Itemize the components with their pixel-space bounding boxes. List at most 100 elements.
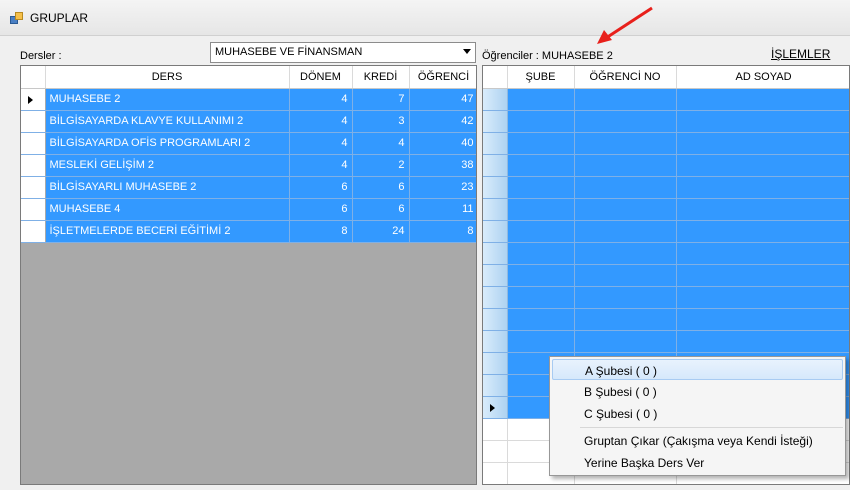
row-header[interactable]	[483, 198, 508, 221]
row-header[interactable]	[21, 88, 46, 111]
ders-cell[interactable]: İŞLETMELERDE BECERİ EĞİTİMİ 2	[45, 220, 290, 243]
ogrenci-cell[interactable]: 47	[409, 88, 476, 111]
kredi-cell[interactable]: 6	[352, 198, 410, 221]
row-header[interactable]	[21, 132, 46, 155]
student-row[interactable]	[483, 132, 849, 155]
row-header[interactable]	[483, 132, 508, 155]
ogrenci-no-cell[interactable]	[574, 242, 677, 265]
ogrenci-cell[interactable]: 11	[409, 198, 476, 221]
row-header[interactable]	[21, 198, 46, 221]
kredi-cell[interactable]: 7	[352, 88, 410, 111]
menu-item-b-subesi[interactable]: B Şubesi ( 0 )	[552, 381, 843, 402]
row-header[interactable]	[483, 374, 508, 397]
row-header[interactable]	[483, 330, 508, 353]
row-header[interactable]	[483, 154, 508, 177]
student-row[interactable]	[483, 154, 849, 177]
kredi-cell[interactable]: 4	[352, 132, 410, 155]
col-ad-soyad[interactable]: AD SOYAD	[676, 66, 849, 89]
donem-cell[interactable]: 6	[289, 176, 353, 199]
ogrenci-no-cell[interactable]	[574, 110, 677, 133]
col-sube[interactable]: ŞUBE	[507, 66, 575, 89]
sube-cell[interactable]	[507, 220, 575, 243]
row-header[interactable]	[483, 396, 508, 419]
ogrenci-no-cell[interactable]	[574, 154, 677, 177]
ad-soyad-cell[interactable]	[676, 132, 849, 155]
student-row[interactable]	[483, 88, 849, 111]
sube-cell[interactable]	[507, 308, 575, 331]
row-header[interactable]	[21, 154, 46, 177]
ogrenci-cell[interactable]: 38	[409, 154, 476, 177]
student-row[interactable]	[483, 110, 849, 133]
course-row[interactable]: BİLGİSAYARDA OFİS PROGRAMLARI 2 4 4 40	[21, 132, 476, 155]
row-header[interactable]	[483, 88, 508, 111]
row-header[interactable]	[21, 176, 46, 199]
kredi-cell[interactable]: 6	[352, 176, 410, 199]
student-row[interactable]	[483, 264, 849, 287]
sube-cell[interactable]	[507, 242, 575, 265]
student-row[interactable]	[483, 220, 849, 243]
ogrenci-cell[interactable]: 42	[409, 110, 476, 133]
ad-soyad-cell[interactable]	[676, 286, 849, 309]
donem-cell[interactable]: 4	[289, 154, 353, 177]
sube-cell[interactable]	[507, 88, 575, 111]
sube-cell[interactable]	[507, 286, 575, 309]
ogrenci-no-cell[interactable]	[574, 264, 677, 287]
row-header[interactable]	[483, 286, 508, 309]
sube-cell[interactable]	[507, 110, 575, 133]
ders-cell[interactable]: MESLEKİ GELİŞİM 2	[45, 154, 290, 177]
department-combo[interactable]: MUHASEBE VE FİNANSMAN	[210, 42, 476, 63]
sube-cell[interactable]	[507, 176, 575, 199]
donem-cell[interactable]: 4	[289, 132, 353, 155]
menu-item-baska-ders[interactable]: Yerine Başka Ders Ver	[552, 452, 843, 473]
ogrenci-no-cell[interactable]	[574, 88, 677, 111]
course-row[interactable]: MUHASEBE 2 4 7 47	[21, 88, 476, 111]
menu-item-gruptan-cikar[interactable]: Gruptan Çıkar (Çakışma veya Kendi İsteği…	[552, 430, 843, 451]
student-row[interactable]	[483, 198, 849, 221]
donem-cell[interactable]: 8	[289, 220, 353, 243]
ders-cell[interactable]: BİLGİSAYARDA OFİS PROGRAMLARI 2	[45, 132, 290, 155]
ad-soyad-cell[interactable]	[676, 308, 849, 331]
row-header[interactable]	[483, 308, 508, 331]
col-kredi[interactable]: KREDİ	[352, 66, 410, 89]
ogrenci-cell[interactable]: 40	[409, 132, 476, 155]
row-header[interactable]	[483, 176, 508, 199]
col-ogrenci[interactable]: ÖĞRENCİ	[409, 66, 476, 89]
row-header[interactable]	[21, 220, 46, 243]
ad-soyad-cell[interactable]	[676, 88, 849, 111]
ders-cell[interactable]: BİLGİSAYARLI MUHASEBE 2	[45, 176, 290, 199]
course-row[interactable]: MUHASEBE 4 6 6 11	[21, 198, 476, 221]
ad-soyad-cell[interactable]	[676, 264, 849, 287]
student-row[interactable]	[483, 308, 849, 331]
row-header[interactable]	[483, 110, 508, 133]
col-ogrenci-no[interactable]: ÖĞRENCİ NO	[574, 66, 677, 89]
ogrenci-no-cell[interactable]	[574, 330, 677, 353]
ad-soyad-cell[interactable]	[676, 220, 849, 243]
ogrenci-no-cell[interactable]	[574, 220, 677, 243]
kredi-cell[interactable]: 2	[352, 154, 410, 177]
ad-soyad-cell[interactable]	[676, 110, 849, 133]
student-row[interactable]	[483, 286, 849, 309]
donem-cell[interactable]: 6	[289, 198, 353, 221]
ad-soyad-cell[interactable]	[676, 154, 849, 177]
course-row[interactable]: MESLEKİ GELİŞİM 2 4 2 38	[21, 154, 476, 177]
kredi-cell[interactable]: 24	[352, 220, 410, 243]
ad-soyad-cell[interactable]	[676, 330, 849, 353]
sube-cell[interactable]	[507, 264, 575, 287]
sube-cell[interactable]	[507, 330, 575, 353]
ogrenci-no-cell[interactable]	[574, 286, 677, 309]
sube-cell[interactable]	[507, 154, 575, 177]
course-row[interactable]: İŞLETMELERDE BECERİ EĞİTİMİ 2 8 24 8	[21, 220, 476, 243]
row-header[interactable]	[21, 110, 46, 133]
ders-cell[interactable]: BİLGİSAYARDA KLAVYE KULLANIMI 2	[45, 110, 290, 133]
row-header[interactable]	[483, 352, 508, 375]
menu-item-a-subesi[interactable]: A Şubesi ( 0 )	[552, 359, 843, 380]
col-donem[interactable]: DÖNEM	[289, 66, 353, 89]
ad-soyad-cell[interactable]	[676, 198, 849, 221]
sube-cell[interactable]	[507, 198, 575, 221]
ders-cell[interactable]: MUHASEBE 2	[45, 88, 290, 111]
row-header[interactable]	[483, 242, 508, 265]
col-ders[interactable]: DERS	[45, 66, 290, 89]
row-header[interactable]	[483, 220, 508, 243]
course-row[interactable]: BİLGİSAYARDA KLAVYE KULLANIMI 2 4 3 42	[21, 110, 476, 133]
sube-cell[interactable]	[507, 132, 575, 155]
